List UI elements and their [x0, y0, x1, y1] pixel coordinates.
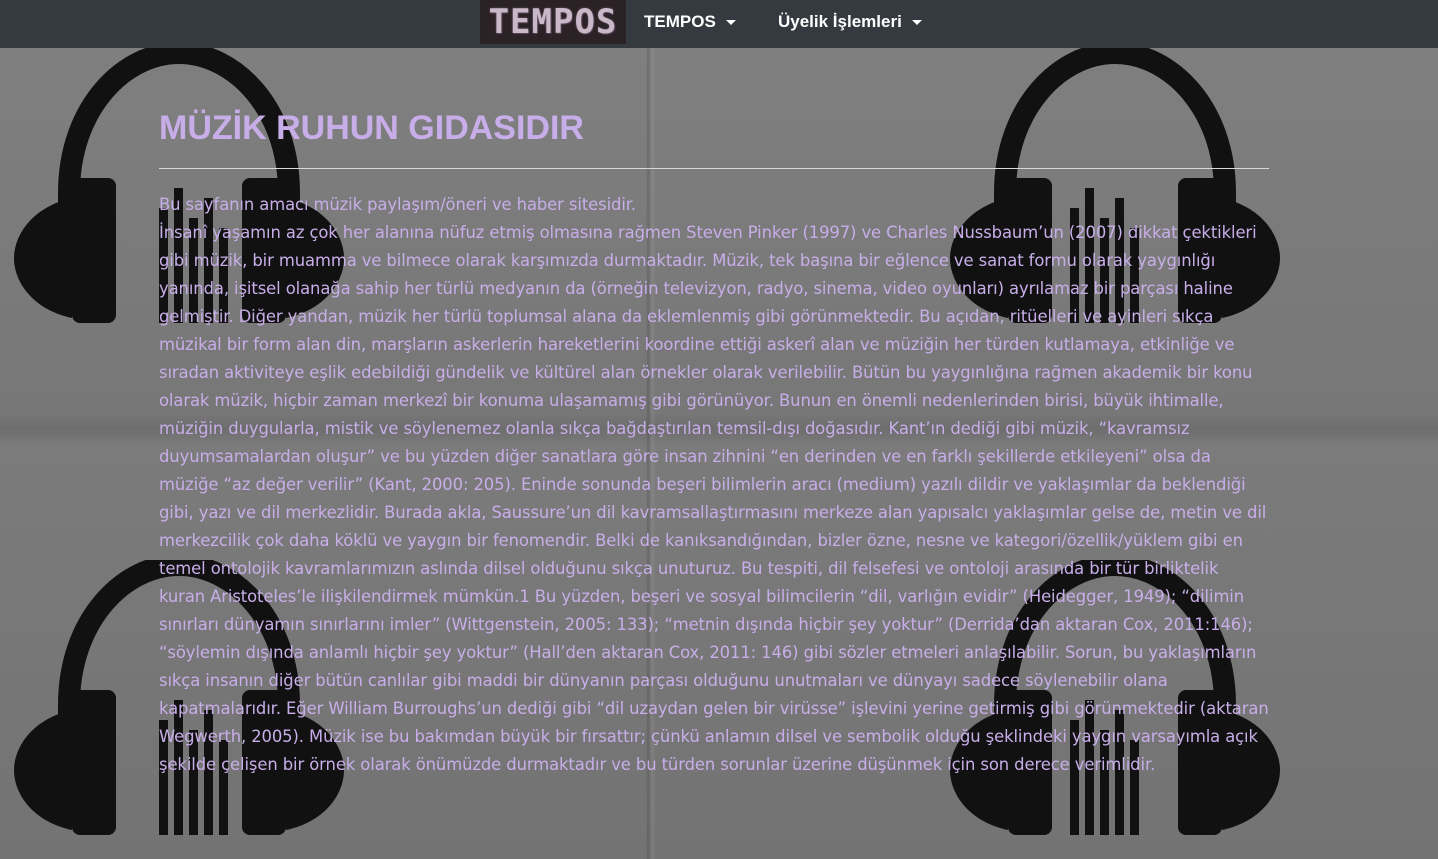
tempos-dropdown-toggle[interactable]: TEMPOS: [644, 0, 736, 44]
caret-down-icon: [911, 19, 922, 25]
brand-logo-link[interactable]: TEMPOS: [480, 0, 626, 44]
title-divider: [159, 168, 1269, 169]
top-navbar: TEMPOS TEMPOS Üyelik İşlemleri: [0, 0, 1438, 48]
body-text: İnsanî yaşamın az çok her alanına nüfuz …: [159, 223, 1269, 774]
tempos-dropdown-label: TEMPOS: [644, 12, 716, 31]
brand-logo-text: TEMPOS: [488, 2, 618, 42]
caret-down-icon: [725, 19, 736, 25]
membership-dropdown-toggle[interactable]: Üyelik İşlemleri: [778, 0, 922, 44]
membership-dropdown-label: Üyelik İşlemleri: [778, 12, 902, 31]
main-content: MÜZİK RUHUN GIDASIDIR Bu sayfanın amacı …: [159, 96, 1269, 779]
intro-text: Bu sayfanın amacı müzik paylaşım/öneri v…: [159, 195, 637, 214]
page-title: MÜZİK RUHUN GIDASIDIR: [159, 109, 584, 147]
